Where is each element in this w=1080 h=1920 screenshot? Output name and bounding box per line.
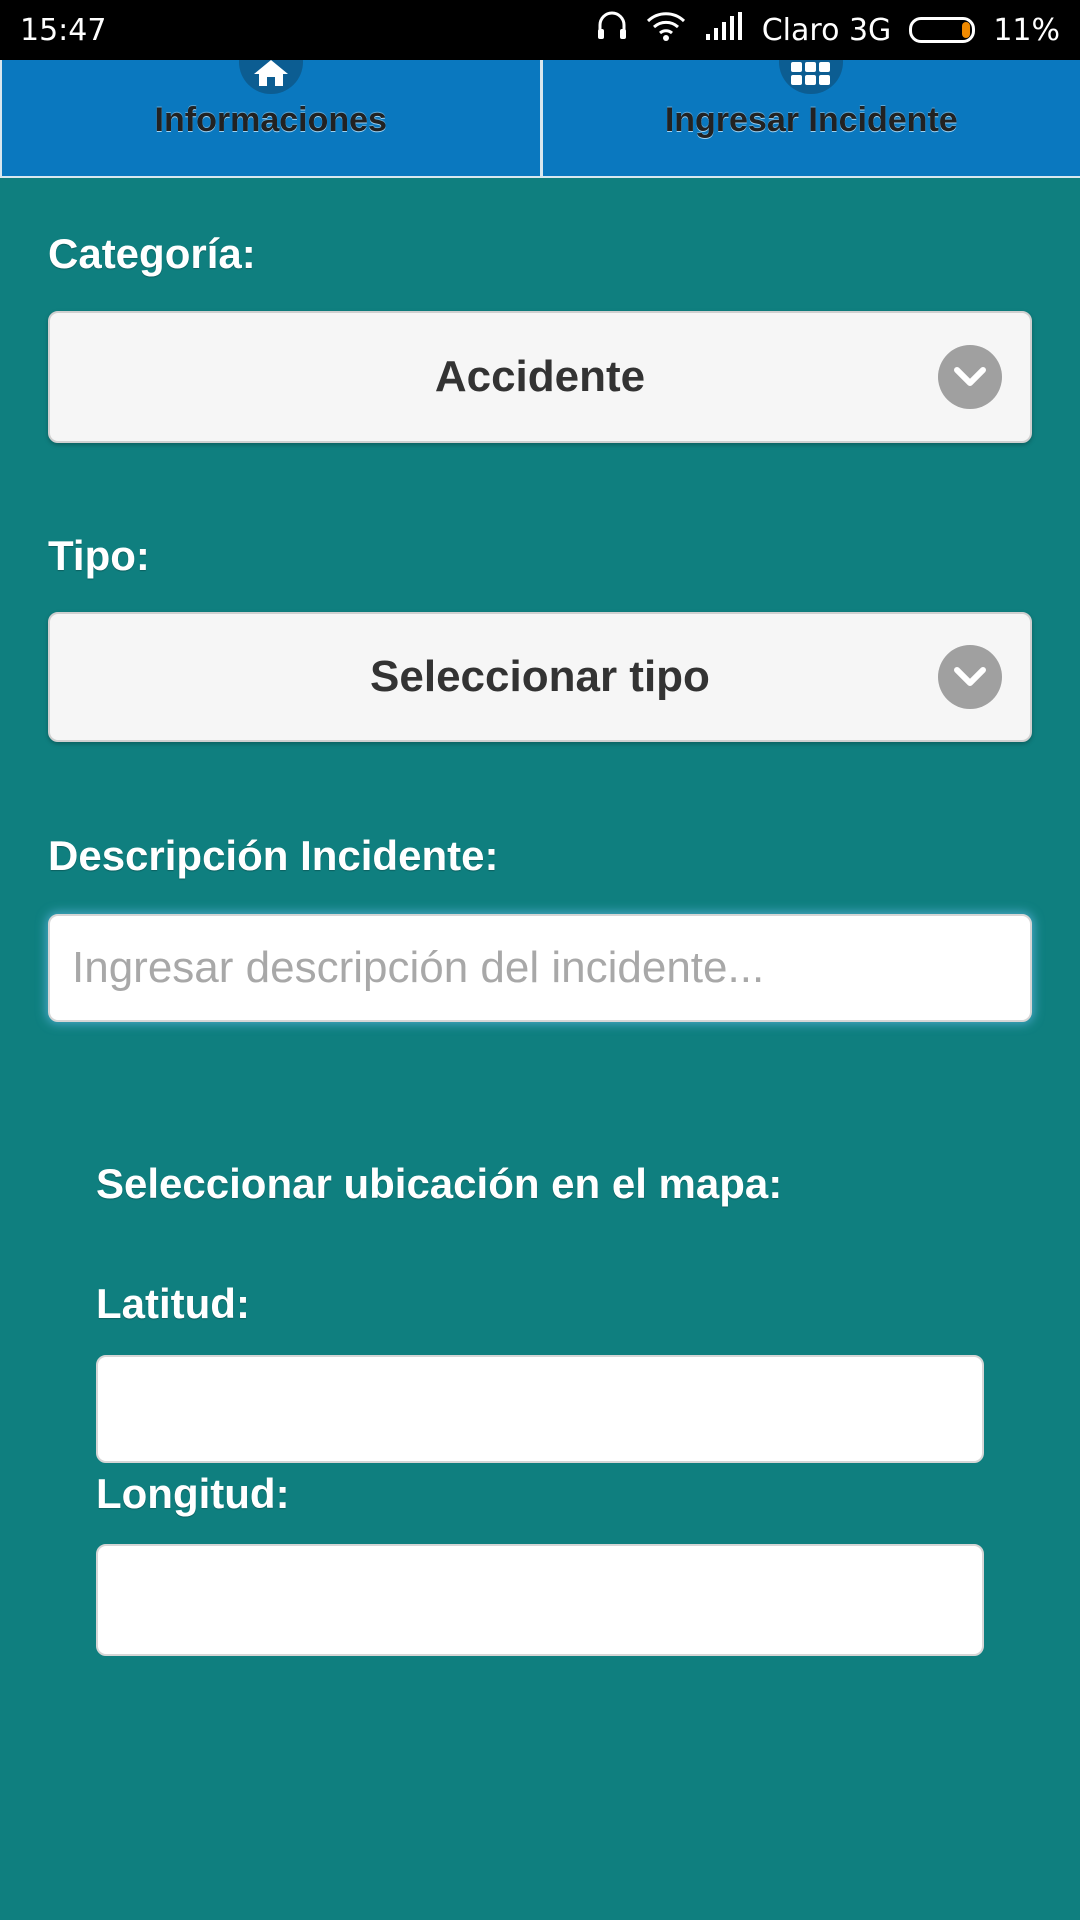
battery-icon	[909, 17, 976, 43]
description-placeholder: Ingresar descripción del incidente...	[72, 943, 765, 992]
tab-informaciones[interactable]: Informaciones	[0, 60, 540, 176]
type-label: Tipo:	[48, 532, 150, 579]
longitude-label: Longitud:	[96, 1470, 290, 1517]
status-icons: Claro 3G 11%	[596, 11, 1060, 49]
wifi-icon	[646, 11, 686, 49]
tab-label: Informaciones	[154, 101, 387, 139]
map-location-heading: Seleccionar ubicación en el mapa:	[96, 1160, 783, 1207]
type-select[interactable]: Seleccionar tipo	[48, 612, 1032, 742]
longitude-input[interactable]	[96, 1544, 984, 1656]
type-value: Seleccionar tipo	[370, 652, 710, 701]
tab-label: Ingresar Incidente	[664, 101, 958, 139]
home-icon	[238, 60, 303, 94]
chevron-down-icon	[938, 645, 1002, 709]
category-select[interactable]: Accidente	[48, 311, 1032, 443]
tab-bar: Informaciones Ingresar Incidente	[0, 60, 1080, 178]
status-time: 15:47	[20, 12, 107, 48]
carrier-label: Claro 3G	[761, 12, 892, 48]
category-value: Accidente	[434, 352, 646, 401]
battery-percent: 11%	[993, 12, 1060, 48]
signal-icon	[704, 12, 744, 48]
description-input[interactable]: Ingresar descripción del incidente...	[48, 914, 1032, 1022]
status-bar: 15:47 Claro 3G 11%	[0, 0, 1080, 60]
category-label: Categoría:	[48, 230, 256, 277]
grid-icon	[779, 60, 844, 94]
latitude-input[interactable]	[96, 1355, 984, 1463]
latitude-label: Latitud:	[96, 1280, 250, 1327]
chevron-down-icon	[938, 345, 1002, 409]
description-label: Descripción Incidente:	[48, 832, 499, 879]
headset-icon	[596, 11, 628, 49]
tab-ingresar-incidente[interactable]: Ingresar Incidente	[539, 60, 1080, 176]
